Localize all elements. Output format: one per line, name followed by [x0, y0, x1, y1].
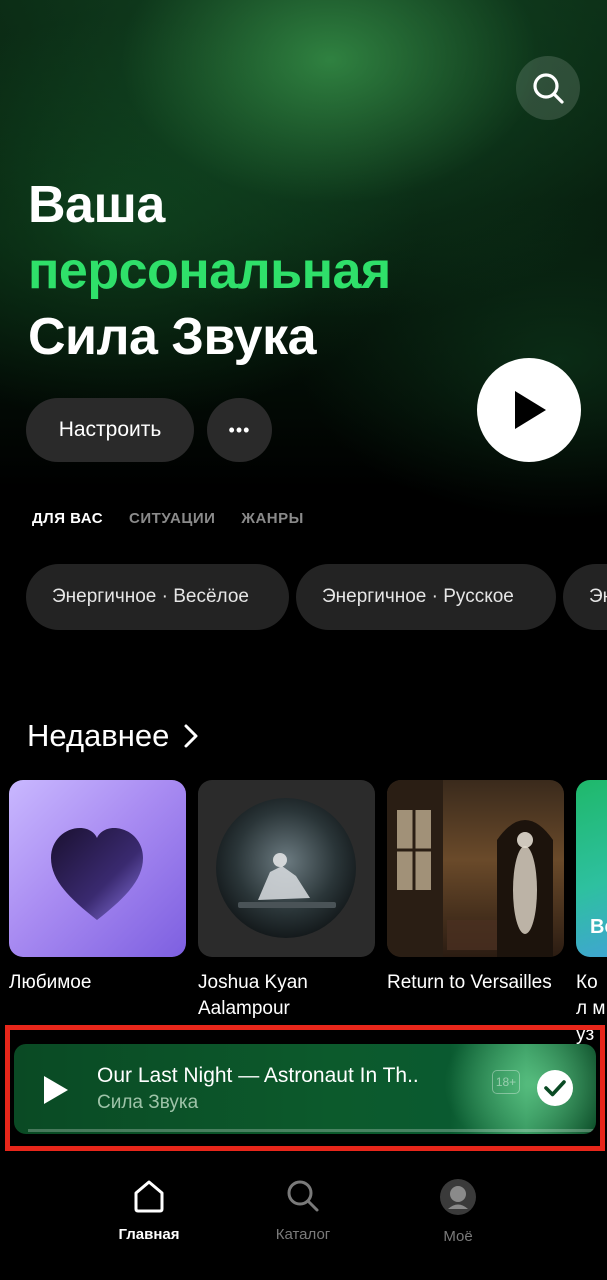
search-button[interactable] [516, 56, 580, 120]
home-icon [134, 1180, 164, 1213]
nav-my[interactable]: Моё [398, 1178, 518, 1245]
track-artist: Сила Звука [97, 1092, 199, 1113]
mood-chip[interactable]: Энергичное · Русское [296, 564, 556, 630]
playlist-card[interactable]: Ве [576, 780, 607, 957]
nav-my-label: Моё [443, 1228, 473, 1245]
more-dots-icon: ••• [228, 419, 251, 440]
nav-home[interactable]: Главная [89, 1178, 209, 1243]
nav-catalog-label: Каталог [275, 1226, 331, 1243]
play-icon[interactable] [42, 1075, 70, 1105]
track-title: Our Last Night — Astronaut In Th.. [97, 1064, 419, 1087]
mood-chip[interactable]: Энергичное · Весёлое [26, 564, 289, 630]
play-my-wave-button[interactable] [477, 358, 581, 462]
tab-situations[interactable]: СИТУАЦИИ [129, 510, 215, 527]
nav-catalog[interactable]: Каталог [243, 1178, 363, 1243]
customize-button[interactable]: Настроить [26, 398, 194, 462]
progress-track[interactable] [28, 1129, 596, 1132]
card-label: Любимое [9, 972, 92, 993]
checkmark-icon[interactable] [536, 1069, 574, 1107]
chip-label: Энергичное · Весёлое [52, 586, 249, 607]
search-icon [287, 1180, 319, 1212]
explicit-badge: 18+ [492, 1070, 520, 1094]
nav-home-label: Главная [118, 1226, 180, 1243]
page-title: Ваша персональная Сила Звука [28, 172, 391, 370]
recent-title: Недавнее [27, 718, 170, 753]
recent-section-header[interactable]: Недавнее [27, 718, 199, 754]
card-label: Joshua Kyan Aalampour [198, 972, 308, 1019]
chevron-right-icon [184, 724, 198, 748]
customize-label: Настроить [58, 418, 162, 441]
more-button[interactable]: ••• [207, 398, 272, 462]
liked-playlist-card[interactable] [9, 780, 186, 957]
play-icon [515, 391, 546, 429]
title-line-1: Ваша [28, 176, 165, 234]
chip-label: Эн [589, 586, 607, 607]
mini-player[interactable]: Our Last Night — Astronaut In Th.. Сила … [14, 1044, 596, 1134]
category-tabs: ДЛЯ ВАС СИТУАЦИИ ЖАНРЫ [32, 510, 304, 527]
artist-card[interactable] [198, 780, 375, 957]
album-cover [387, 780, 553, 957]
heart-icon [51, 828, 143, 920]
artist-photo [216, 798, 356, 938]
title-line-2: персональная [28, 242, 391, 300]
avatar [440, 1179, 476, 1215]
title-line-3: Сила Звука [28, 308, 317, 366]
card-cover-text: Ве [590, 916, 607, 938]
tab-genres[interactable]: ЖАНРЫ [241, 510, 303, 527]
card-label: Return to Versailles [387, 972, 552, 993]
bottom-nav: Главная Каталог Моё [0, 1160, 607, 1280]
tab-for-you[interactable]: ДЛЯ ВАС [32, 510, 103, 527]
search-icon [533, 73, 564, 104]
chip-label: Энергичное · Русское [322, 586, 514, 607]
album-card[interactable] [387, 780, 564, 957]
